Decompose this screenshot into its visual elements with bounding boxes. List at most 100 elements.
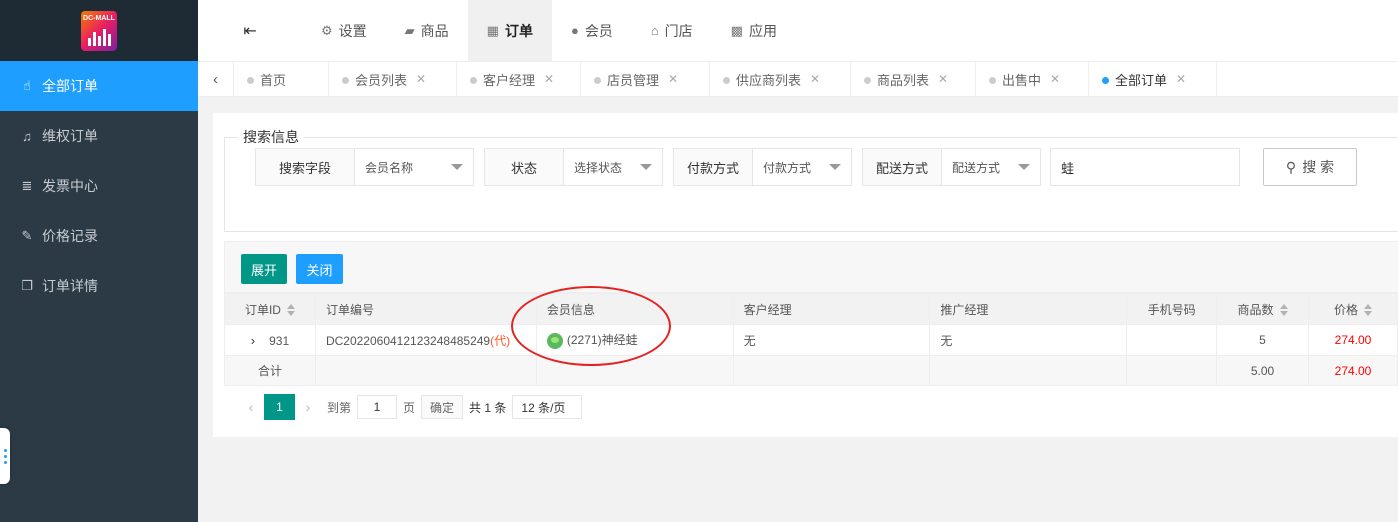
cell-price: 274.00 — [1307, 324, 1398, 356]
close-icon[interactable]: ✕ — [810, 72, 820, 86]
close-icon[interactable]: ✕ — [668, 72, 678, 86]
table-icon: ▦ — [486, 22, 499, 38]
tab-member-list[interactable]: 会员列表 ✕ — [329, 62, 457, 96]
nav-goods[interactable]: ▰ 商品 — [386, 0, 468, 61]
nav-label: 门店 — [664, 22, 693, 39]
nav-label: 会员 — [584, 22, 613, 39]
sidebar-item-label: 全部订单 — [42, 78, 98, 94]
sidebar-item-label: 价格记录 — [42, 228, 98, 244]
copy-icon: ❐ — [21, 278, 33, 293]
goto-label: 到第 — [327, 400, 352, 415]
sidebar-item-label: 订单详情 — [42, 278, 98, 294]
tab-on-sale[interactable]: 出售中 ✕ — [976, 62, 1089, 96]
search-legend: 搜索信息 — [243, 129, 299, 145]
confirm-page-button[interactable]: 确定 — [421, 395, 464, 419]
tab-staff-management[interactable]: 店员管理 ✕ — [581, 62, 710, 96]
sort-icon — [1364, 304, 1372, 317]
gears-icon: ⚙ — [321, 22, 333, 38]
total-label: 合计 — [224, 355, 316, 386]
logo[interactable]: DC-MALL — [0, 0, 198, 61]
nav-label: 设置 — [338, 22, 367, 39]
menu-toggle-icon[interactable]: ⇤ — [198, 21, 302, 41]
per-page-select[interactable]: 12 条/页 — [512, 395, 583, 419]
hand-pointer-icon: ☝ — [23, 78, 31, 93]
search-field-label: 搜索字段 — [256, 149, 355, 185]
tab-customer-manager[interactable]: 客户经理 ✕ — [457, 62, 581, 96]
chevron-down-icon — [829, 164, 841, 170]
col-member: 会员信息 — [535, 293, 734, 325]
sidebar-item-order-details[interactable]: ❐ 订单详情 — [0, 261, 198, 311]
col-order-id[interactable]: 订单ID — [224, 293, 316, 325]
side-drawer-handle[interactable] — [0, 428, 10, 484]
nav-members[interactable]: ● 会员 — [552, 0, 632, 61]
chevron-down-icon — [451, 164, 463, 170]
table-total-row: 合计 5.00 274.00 — [224, 355, 1398, 386]
close-icon[interactable]: ✕ — [1176, 72, 1186, 86]
close-button[interactable]: 关闭 — [296, 254, 343, 284]
cell-phone — [1126, 324, 1218, 356]
nav-orders[interactable]: ▦ 订单 — [467, 0, 552, 61]
status-group: 状态 选择状态 — [484, 148, 663, 186]
tab-goods-list[interactable]: 商品列表 ✕ — [851, 62, 976, 96]
col-qty[interactable]: 商品数 — [1216, 293, 1309, 325]
close-icon[interactable]: ✕ — [1050, 72, 1060, 86]
bank-icon: ⌂ — [650, 23, 659, 38]
next-page-icon[interactable]: › — [295, 399, 321, 415]
col-price[interactable]: 价格 — [1307, 293, 1398, 325]
orders-table: 订单ID 订单编号 会员信息 客户经理 推广经理 手机号码 商品数 价格 › 93… — [224, 293, 1398, 386]
cell-manager: 无 — [732, 324, 931, 356]
prev-page-icon[interactable]: ‹ — [238, 399, 264, 415]
sidebar-item-price-records[interactable]: ✎ 价格记录 — [0, 211, 198, 261]
table-row[interactable]: › 931 DC20220604121232484852​49(代) (2271)… — [224, 324, 1398, 356]
shopping-bag-icon: ▰ — [404, 22, 415, 38]
search-icon: ⚲ — [1285, 158, 1297, 175]
tab-bar: ‹ 首页 会员列表 ✕ 客户经理 ✕ 店员管理 ✕ 供应商列表 ✕ 商品列表 ✕ 出售中 ✕… — [198, 61, 1398, 97]
delivery-select[interactable]: 配送方式 — [942, 149, 1040, 185]
tab-prev-icon[interactable]: ‹ — [198, 62, 234, 96]
cell-order-no[interactable]: DC20220604121232484852​49(代) — [314, 324, 537, 356]
expand-button[interactable]: 展开 — [241, 254, 287, 284]
expand-row-icon[interactable]: › — [251, 333, 255, 348]
chevron-down-icon — [640, 164, 652, 170]
delivery-label: 配送方式 — [863, 149, 942, 185]
col-phone: 手机号码 — [1126, 293, 1218, 325]
current-page[interactable]: 1 — [264, 394, 295, 420]
tab-home[interactable]: 首页 — [234, 62, 329, 96]
status-label: 状态 — [485, 149, 564, 185]
sidebar-item-rights-orders[interactable]: ♫ 维权订单 — [0, 111, 198, 161]
chevron-down-icon — [1018, 164, 1030, 170]
logo-text: DC-MALL — [83, 14, 115, 22]
close-icon[interactable]: ✕ — [416, 72, 426, 86]
total-qty: 5.00 — [1216, 355, 1309, 386]
search-button[interactable]: ⚲ 搜 索 — [1263, 148, 1357, 186]
close-icon[interactable]: ✕ — [544, 72, 554, 86]
cell-order-id: › 931 — [224, 324, 316, 356]
user-icon: ● — [570, 23, 579, 38]
bell-icon: ♫ — [22, 128, 32, 144]
col-manager: 客户经理 — [732, 293, 931, 325]
cell-member[interactable]: (2271)神经蛙 — [535, 324, 734, 356]
sidebar-item-label: 发票中心 — [42, 178, 98, 194]
nav-apps[interactable]: ▩ 应用 — [712, 0, 796, 61]
tab-all-orders[interactable]: 全部订单 ✕ — [1089, 62, 1217, 96]
avatar — [546, 332, 563, 349]
goto-page-input[interactable]: 1 — [357, 395, 398, 419]
status-select[interactable]: 选择状态 — [564, 149, 662, 185]
sidebar: DC-MALL ☝ 全部订单 ♫ 维权订单 ≣ 发票中心 ✎ 价格记录 ❐ 订单… — [0, 0, 198, 522]
payment-select[interactable]: 付款方式 — [753, 149, 851, 185]
grid-icon: ▩ — [730, 22, 743, 38]
cell-qty: 5 — [1216, 324, 1309, 356]
sidebar-item-invoice-center[interactable]: ≣ 发票中心 — [0, 161, 198, 211]
edit-icon: ✎ — [21, 228, 33, 243]
total-count: 共 1 条 — [469, 400, 507, 415]
payment-group: 付款方式 付款方式 — [673, 148, 852, 186]
close-icon[interactable]: ✕ — [938, 72, 948, 86]
tab-supplier-list[interactable]: 供应商列表 ✕ — [710, 62, 851, 96]
keyword-input[interactable]: 蛙 — [1050, 148, 1240, 186]
page-unit-label: 页 — [403, 400, 416, 415]
sidebar-item-all-orders[interactable]: ☝ 全部订单 — [0, 61, 198, 111]
nav-stores[interactable]: ⌂ 门店 — [632, 0, 712, 61]
search-field-select[interactable]: 会员名称 — [355, 149, 473, 185]
nav-label: 应用 — [748, 22, 777, 39]
nav-settings[interactable]: ⚙ 设置 — [302, 0, 386, 61]
